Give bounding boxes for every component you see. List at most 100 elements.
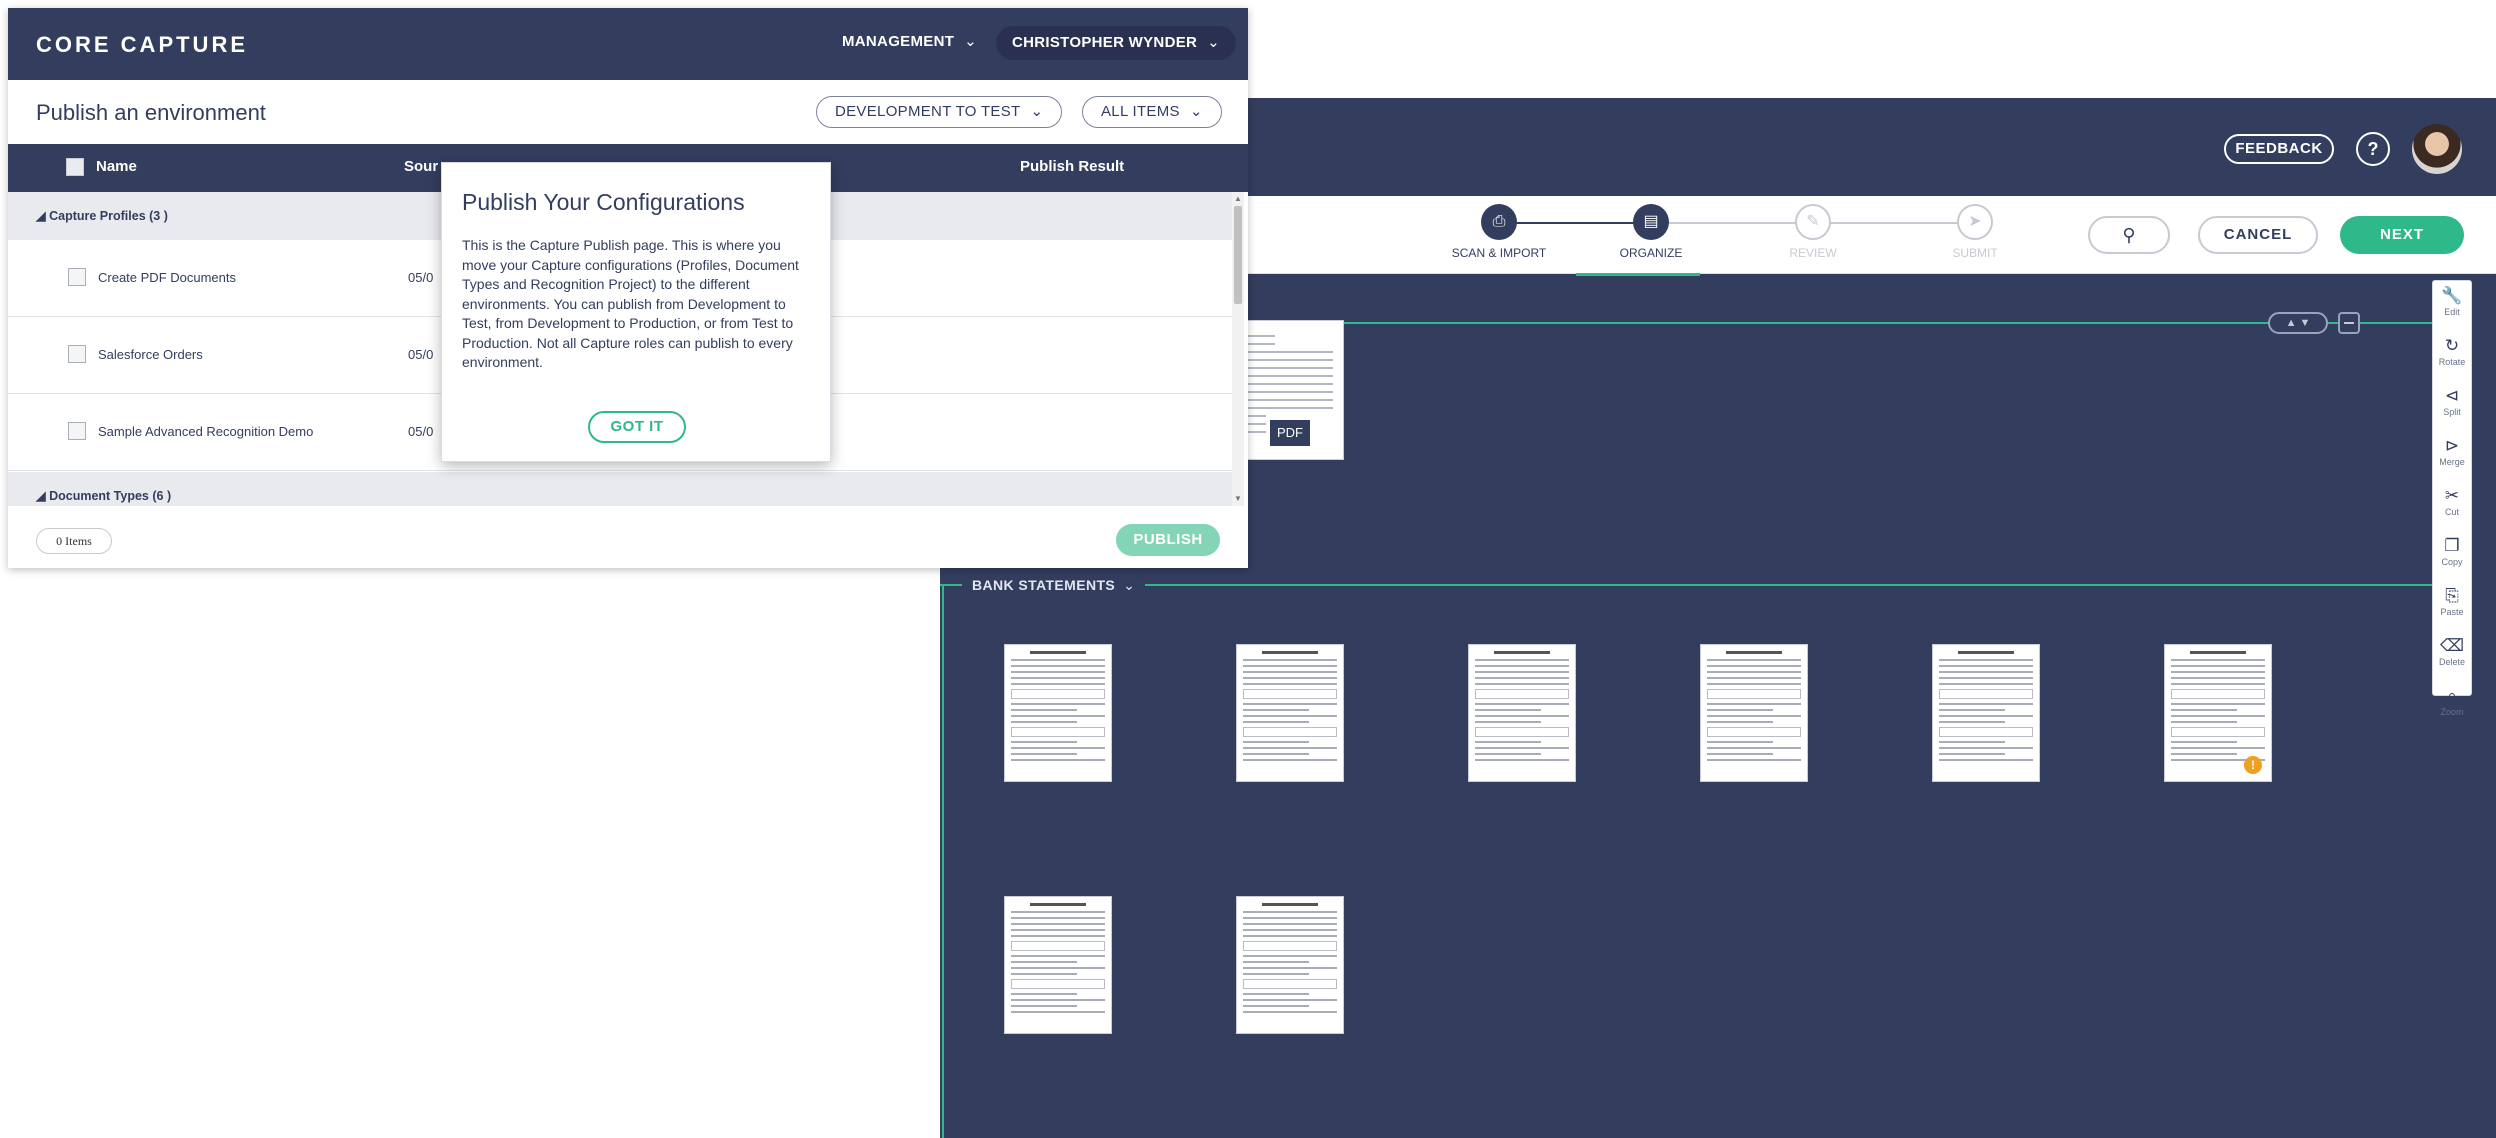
merge-icon: ⊳ — [2444, 436, 2460, 455]
paste-tool[interactable]: ⎘ Paste — [2433, 585, 2471, 631]
edit-tool[interactable]: 🔧 Edit — [2433, 285, 2471, 331]
page-thumbnail[interactable] — [1004, 896, 1112, 1034]
chevron-down-icon: ⌄ — [964, 33, 978, 50]
step-scan-import[interactable]: ⎙ SCAN & IMPORT — [1429, 204, 1569, 260]
split-tool[interactable]: ⊲ Split — [2433, 385, 2471, 431]
publish-button[interactable]: PUBLISH — [1116, 524, 1220, 556]
row-checkbox[interactable] — [68, 422, 86, 440]
group-label: ◢ Document Types (6 ) — [36, 489, 172, 503]
group-label-text: Document Types (6 ) — [49, 489, 172, 503]
avatar[interactable] — [2412, 124, 2462, 174]
feedback-button[interactable]: FEEDBACK — [2224, 134, 2334, 164]
pin-icon[interactable]: ⚲ — [2088, 216, 2170, 254]
page-thumbnail[interactable] — [1004, 644, 1112, 782]
tool-label: Merge — [2439, 457, 2465, 467]
select-value: ALL ITEMS — [1101, 103, 1180, 120]
step-organize[interactable]: ▤ ORGANIZE — [1581, 204, 1721, 260]
rotate-icon: ↻ — [2444, 336, 2460, 355]
step-submit[interactable]: ➤ SUBMIT — [1905, 204, 2045, 260]
group-row-document-types[interactable]: ◢ Document Types (6 ) — [8, 472, 1240, 506]
scroll-up-icon[interactable]: ▲ — [1234, 194, 1242, 203]
user-name: CHRISTOPHER WYNDER — [1012, 34, 1198, 51]
rotate-tool[interactable]: ↻ Rotate — [2433, 335, 2471, 381]
tool-label: Rotate — [2438, 357, 2466, 367]
row-name: Create PDF Documents — [98, 270, 236, 285]
app-title: CORE CAPTURE — [36, 32, 249, 57]
group-label-text: Capture Profiles (3 ) — [49, 209, 168, 223]
chevron-down-icon: ⌄ — [1189, 103, 1203, 120]
app-header: CORE CAPTURE MANAGEMENT ⌄ CHRISTOPHER WYN… — [8, 8, 1248, 80]
page-toolbar: 🔧 Edit ↻ Rotate ⊲ Split ⊳ Merge ✂ Cut ❐ Copy ⎘… — [2432, 280, 2472, 717]
merge-tool[interactable]: ⊳ Merge — [2433, 435, 2471, 481]
row-name: Sample Advanced Recognition Demo — [98, 424, 314, 439]
tool-label: Copy — [2441, 557, 2463, 567]
row-checkbox[interactable] — [68, 345, 86, 363]
chevron-down-icon: ⌄ — [1123, 577, 1136, 593]
copy-tool[interactable]: ❐ Copy — [2433, 535, 2471, 581]
pdf-badge: PDF — [1270, 420, 1310, 446]
scroll-down-icon[interactable]: ▼ — [1234, 494, 1242, 503]
send-icon: ➤ — [1957, 204, 1993, 240]
table-scrollbar[interactable]: ▲ ▼ — [1232, 192, 1244, 506]
page-thumbnail[interactable] — [1236, 644, 1344, 782]
scroll-thumb[interactable] — [1234, 206, 1242, 304]
cancel-button[interactable]: CANCEL — [2198, 216, 2318, 254]
group-label: ◢ Capture Profiles (3 ) — [36, 209, 168, 223]
tool-label: Zoom — [2440, 707, 2464, 717]
step-label: REVIEW — [1789, 246, 1837, 260]
zoom-tool[interactable]: ⌕ Zoom — [2433, 685, 2471, 731]
row-name: Salesforce Orders — [98, 347, 203, 362]
page-thumbnail[interactable] — [1236, 896, 1344, 1034]
publish-window: CORE CAPTURE MANAGEMENT ⌄ CHRISTOPHER WYN… — [8, 8, 1248, 568]
step-label: SUBMIT — [1952, 246, 1998, 260]
row-checkbox[interactable] — [68, 268, 86, 286]
page-title: Publish an environment — [36, 100, 266, 125]
row-date: 05/0 — [408, 270, 434, 285]
user-menu[interactable]: CHRISTOPHER WYNDER ⌄ — [996, 26, 1237, 60]
tool-label: Delete — [2438, 657, 2465, 667]
section-label: BANK STATEMENTS — [972, 577, 1116, 593]
column-header-name[interactable]: Name — [96, 158, 137, 175]
zoom-icon: ⌕ — [2447, 686, 2457, 705]
clipboard-icon: ⎘ — [2445, 586, 2459, 605]
tool-label: Edit — [2444, 307, 2460, 317]
batch-border — [942, 584, 944, 1138]
delete-tool[interactable]: ⌫ Delete — [2433, 635, 2471, 681]
scissors-icon: ✂ — [2444, 486, 2460, 505]
document-icon: ▤ — [1633, 204, 1669, 240]
active-step-indicator — [1576, 273, 1700, 276]
selected-items-count: 0 Items — [36, 528, 112, 554]
management-menu[interactable]: MANAGEMENT ⌄ — [842, 32, 977, 50]
warning-icon[interactable]: ! — [2244, 756, 2262, 774]
cut-tool[interactable]: ✂ Cut — [2433, 485, 2471, 531]
select-all-checkbox[interactable] — [66, 158, 84, 176]
next-button[interactable]: NEXT — [2340, 216, 2464, 254]
step-label: ORGANIZE — [1619, 246, 1683, 260]
split-icon: ⊲ — [2444, 386, 2460, 405]
collapse-minus-icon[interactable] — [2338, 312, 2360, 334]
environment-select[interactable]: DEVELOPMENT TO TEST ⌄ — [816, 96, 1063, 128]
collapse-arrows-icon[interactable]: ▲ ▼ — [2268, 312, 2328, 334]
column-header-source[interactable]: Sour — [404, 158, 438, 175]
tool-label: Split — [2443, 407, 2461, 417]
column-header-publish-result[interactable]: Publish Result — [1020, 158, 1124, 175]
row-date: 05/0 — [408, 347, 434, 362]
printer-icon: ⎙ — [1481, 204, 1517, 240]
page-thumbnail[interactable] — [1468, 644, 1576, 782]
step-review[interactable]: ✎ REVIEW — [1743, 204, 1883, 260]
step-label: SCAN & IMPORT — [1451, 246, 1547, 260]
help-icon[interactable]: ? — [2356, 132, 2390, 166]
modal-title: Publish Your Configurations — [462, 189, 745, 215]
page-thumbnail[interactable] — [1700, 644, 1808, 782]
modal-body: This is the Capture Publish page. This i… — [462, 237, 799, 370]
row-date: 05/0 — [408, 424, 434, 439]
select-value: DEVELOPMENT TO TEST — [835, 103, 1021, 120]
document-section-label[interactable]: BANK STATEMENTS ⌄ — [962, 572, 1146, 598]
items-filter-select[interactable]: ALL ITEMS ⌄ — [1082, 96, 1222, 128]
chevron-down-icon: ⌄ — [1207, 34, 1221, 51]
pencil-icon: ✎ — [1795, 204, 1831, 240]
page-thumbnail[interactable] — [1932, 644, 2040, 782]
got-it-button[interactable]: GOT IT — [588, 411, 686, 443]
menu-label: MANAGEMENT — [842, 33, 955, 50]
trash-icon: ⌫ — [2439, 636, 2465, 655]
